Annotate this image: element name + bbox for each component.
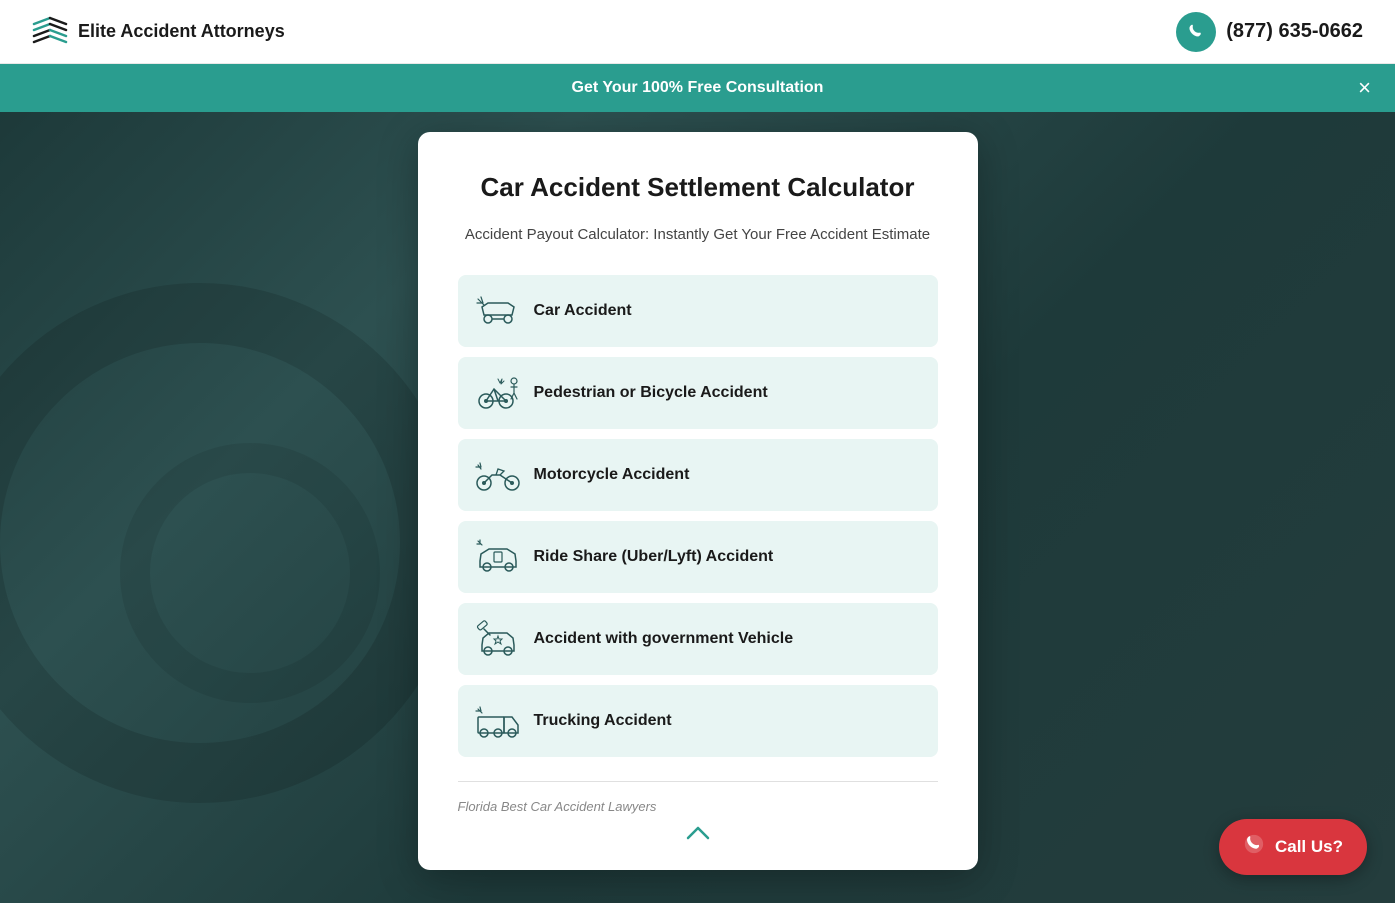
rideshare-icon (476, 535, 520, 579)
call-button-icon (1243, 833, 1265, 861)
banner-close-button[interactable]: × (1358, 75, 1371, 101)
phone-number[interactable]: (877) 635-0662 (1226, 20, 1363, 43)
option-pedestrian-bicycle[interactable]: Pedestrian or Bicycle Accident (458, 357, 938, 429)
footer-arrow (458, 826, 938, 840)
call-us-label: Call Us? (1275, 837, 1343, 857)
logo-text: Elite Accident Attorneys (78, 21, 285, 42)
option-motorcycle[interactable]: Motorcycle Accident (458, 439, 938, 511)
car-accident-icon (476, 289, 520, 333)
modal-subtitle: Accident Payout Calculator: Instantly Ge… (458, 223, 938, 247)
option-label-pedestrian: Pedestrian or Bicycle Accident (534, 384, 768, 402)
site-header: Elite Accident Attorneys (877) 635-0662 (0, 0, 1395, 64)
calculator-card: Car Accident Settlement Calculator Accid… (418, 132, 978, 870)
option-rideshare[interactable]: Ride Share (Uber/Lyft) Accident (458, 521, 938, 593)
option-car-accident[interactable]: Car Accident (458, 275, 938, 347)
logo-icon (32, 16, 68, 48)
modal-title: Car Accident Settlement Calculator (458, 172, 938, 203)
option-label-government-vehicle: Accident with government Vehicle (534, 630, 794, 648)
call-us-button[interactable]: Call Us? (1219, 819, 1367, 875)
option-label-car-accident: Car Accident (534, 302, 632, 320)
footer-text: Florida Best Car Accident Lawyers (458, 799, 657, 814)
option-trucking[interactable]: Trucking Accident (458, 685, 938, 757)
motorcycle-icon (476, 453, 520, 497)
option-government-vehicle[interactable]: Accident with government Vehicle (458, 603, 938, 675)
logo-area: Elite Accident Attorneys (32, 16, 285, 48)
phone-area[interactable]: (877) 635-0662 (1176, 12, 1363, 52)
option-label-trucking: Trucking Accident (534, 712, 672, 730)
phone-icon (1176, 12, 1216, 52)
accident-type-list: Car Accident (458, 275, 938, 757)
banner-text: Get Your 100% Free Consultation (572, 79, 824, 97)
pedestrian-bicycle-icon (476, 371, 520, 415)
government-vehicle-icon (476, 617, 520, 661)
card-footer: Florida Best Car Accident Lawyers (458, 781, 938, 840)
main-content: Car Accident Settlement Calculator Accid… (0, 112, 1395, 870)
trucking-icon (476, 699, 520, 743)
option-label-motorcycle: Motorcycle Accident (534, 466, 690, 484)
promo-banner: Get Your 100% Free Consultation × (0, 64, 1395, 112)
option-label-rideshare: Ride Share (Uber/Lyft) Accident (534, 548, 774, 566)
